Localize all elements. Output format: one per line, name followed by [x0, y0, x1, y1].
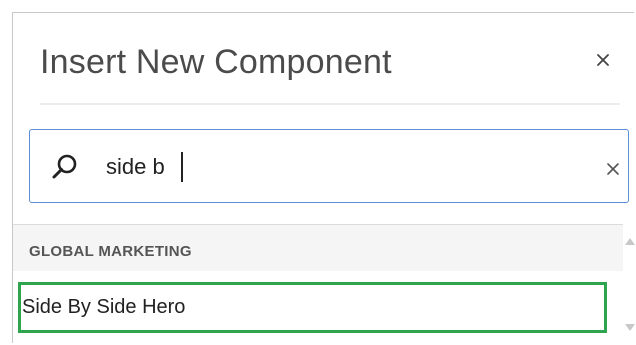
- search-input[interactable]: [106, 150, 566, 184]
- scroll-down-arrow-icon[interactable]: [625, 324, 635, 331]
- close-button[interactable]: [588, 45, 618, 75]
- clear-search-button[interactable]: [600, 156, 626, 182]
- dialog-title: Insert New Component: [40, 43, 392, 81]
- text-caret: [181, 152, 183, 182]
- group-header: GLOBAL MARKETING: [29, 243, 192, 260]
- insert-component-dialog: Insert New Component GLOBAL MARKETING Si…: [12, 12, 635, 344]
- list-item-side-by-side-hero[interactable]: Side By Side Hero: [18, 282, 607, 333]
- search-field[interactable]: [29, 129, 629, 203]
- close-icon: [597, 54, 609, 66]
- clear-icon: [607, 163, 619, 175]
- scroll-up-arrow-icon[interactable]: [625, 238, 635, 245]
- results-scrollbar[interactable]: [623, 224, 635, 344]
- title-divider: [40, 103, 620, 105]
- search-icon: [52, 154, 77, 179]
